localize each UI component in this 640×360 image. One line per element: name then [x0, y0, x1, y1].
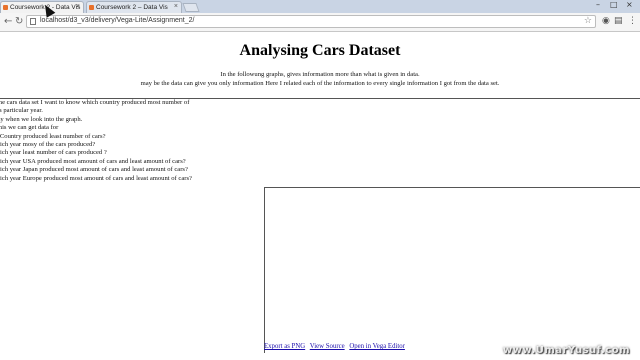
browser-toolbar: ← ↻ localhost/d3_v3/delivery/Vega-Lite/A… [0, 13, 640, 32]
list-item: n the cars data set I want to know which… [0, 99, 190, 106]
question-list: n the cars data set I want to know which… [0, 99, 192, 183]
watermark: www.UmarYusuf.com [502, 345, 630, 356]
intro-line-1: In the followung graphs, gives informati… [220, 71, 420, 78]
page-icon [30, 18, 36, 25]
new-tab-button[interactable] [182, 3, 200, 12]
list-item: which year mosy of the cars produced? [0, 141, 96, 149]
close-icon[interactable]: × [76, 3, 80, 10]
bookmark-star-icon[interactable]: ☆ [584, 16, 592, 26]
list-item: which year least number of cars produced… [0, 149, 107, 157]
minimize-icon[interactable]: – [596, 0, 600, 9]
list-item: which year Europe produced most amount o… [0, 174, 192, 182]
view-source-link[interactable]: View Source [310, 343, 345, 350]
address-bar[interactable]: localhost/d3_v3/delivery/Vega-Lite/Assig… [26, 15, 596, 28]
url-text: localhost/d3_v3/delivery/Vega-Lite/Assig… [40, 17, 195, 24]
intro-line-2: may be the data can give you only inform… [140, 80, 500, 87]
puzzle-icon[interactable]: ▤ [614, 16, 623, 26]
page-title: Analysing Cars Dataset [239, 42, 401, 59]
list-item: o this we can get data for [0, 124, 59, 132]
vega-chart-container [264, 187, 640, 353]
open-vega-editor-link[interactable]: Open in Vega Editor [349, 343, 405, 350]
list-item: in a particular year. [0, 107, 43, 115]
list-item: ch Country produced least number of cars… [0, 132, 106, 140]
favicon-icon [89, 5, 94, 10]
close-icon[interactable]: × [174, 3, 178, 10]
list-item: which year Japan produced most amount of… [0, 166, 188, 174]
reload-icon[interactable]: ↻ [15, 16, 23, 28]
export-png-link[interactable]: Export as PNG [264, 343, 305, 350]
tab-label: Coursework 2 – Data Vis [96, 4, 168, 11]
back-icon[interactable]: ← [4, 16, 12, 28]
extension-icon[interactable]: ◉ [602, 16, 610, 26]
menu-icon[interactable]: ⋮ [628, 16, 637, 26]
maximize-icon[interactable]: □ [610, 0, 618, 9]
vega-action-links: Export as PNG View Source Open in Vega E… [264, 343, 408, 350]
tab-strip: Coursework 2 - Data Vis × Coursework 2 –… [0, 0, 640, 13]
favicon-icon [3, 5, 8, 10]
tab-coursework-second[interactable]: Coursework 2 – Data Vis × [86, 1, 182, 13]
list-item: which year USA produced most amount of c… [0, 157, 186, 165]
list-item: easy when we look into the graph. [0, 115, 83, 123]
window-close-icon[interactable]: × [626, 0, 633, 9]
